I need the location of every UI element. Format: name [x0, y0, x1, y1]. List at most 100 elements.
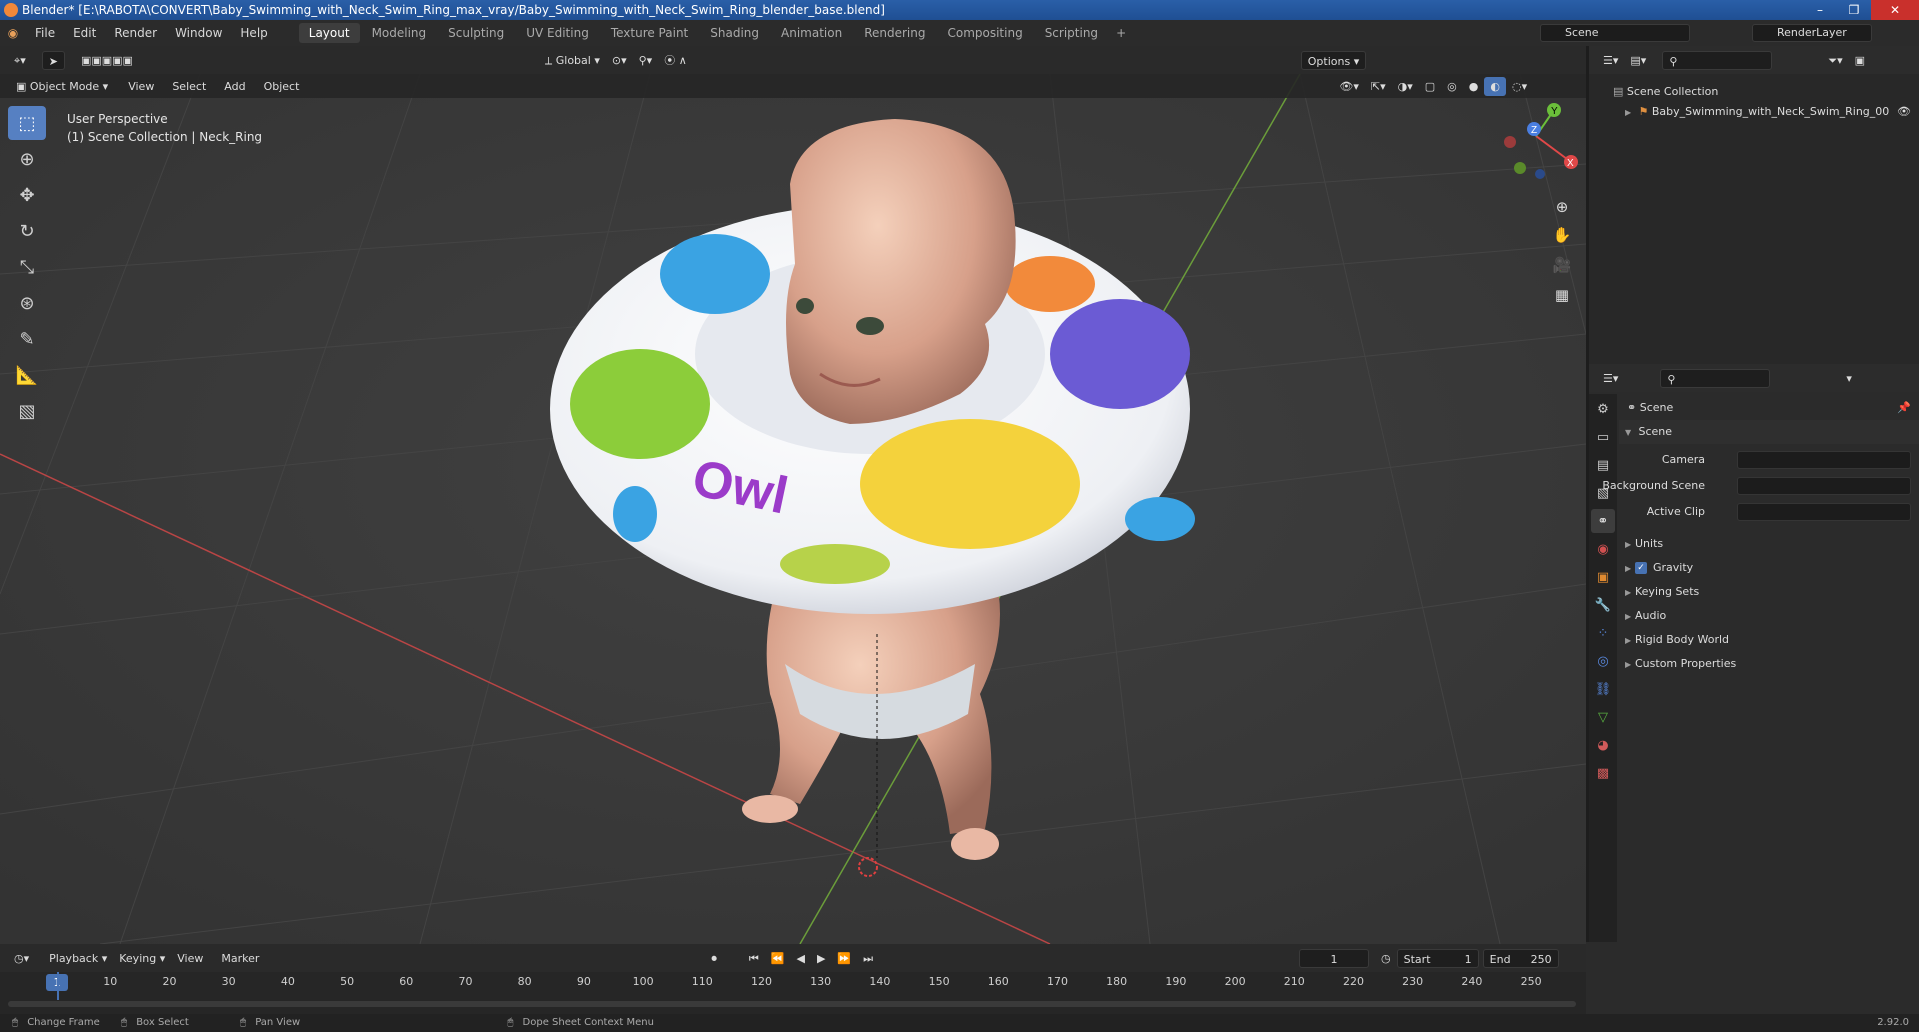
timeline-editor-icon[interactable]: ◷▾ [8, 949, 35, 968]
tab-compositing[interactable]: Compositing [937, 23, 1032, 43]
tab-rendering[interactable]: Rendering [854, 23, 935, 43]
menu-add[interactable]: Add [218, 77, 251, 96]
shading-solid-icon[interactable]: ● [1463, 77, 1485, 96]
tab-shading[interactable]: Shading [700, 23, 769, 43]
camera-view-icon[interactable]: 🎥 [1549, 252, 1575, 278]
pivot-icon[interactable]: ⊙▾ [606, 51, 633, 70]
properties-options-icon[interactable]: ▾ [1840, 369, 1858, 388]
audio-section[interactable]: ▶ Audio [1619, 604, 1919, 628]
add-cube-tool-icon[interactable]: ▧ [8, 394, 46, 428]
tool-tab-icon[interactable]: ⚙ [1591, 397, 1615, 421]
constraints-tab-icon[interactable]: ⛓ [1591, 677, 1615, 701]
object-mode-dropdown[interactable]: ▣ Object Mode ▾ [10, 77, 114, 96]
menu-object[interactable]: Object [258, 77, 306, 96]
pan-hand-icon[interactable]: ✋ [1549, 222, 1575, 248]
outliner-search-input[interactable]: ⚲ [1662, 50, 1773, 70]
rigid-body-world-section[interactable]: ▶ Rigid Body World [1619, 628, 1919, 652]
renderlayer-selector[interactable]: RenderLayer [1752, 24, 1872, 42]
scene-panel-header[interactable]: ▼ Scene [1619, 420, 1919, 444]
tab-texture-paint[interactable]: Texture Paint [601, 23, 698, 43]
menu-edit[interactable]: Edit [64, 26, 105, 40]
tab-layout[interactable]: Layout [298, 23, 360, 43]
play-reverse-icon[interactable]: ◀ [790, 949, 810, 968]
jump-end-icon[interactable]: ⏭ [857, 949, 879, 968]
timeline-scrollbar[interactable] [8, 1001, 1576, 1007]
current-frame-field[interactable]: 1 [1299, 948, 1370, 968]
timeline-ruler[interactable]: 1 10203040506070809010011012013014015016… [0, 972, 1586, 994]
ortho-grid-icon[interactable]: ▦ [1549, 282, 1575, 308]
proportional-edit-icon[interactable]: ⦿ ∧ [658, 51, 693, 70]
gravity-section[interactable]: ▶ ✓ Gravity [1619, 556, 1919, 580]
menu-window[interactable]: Window [166, 26, 231, 40]
tab-modeling[interactable]: Modeling [362, 23, 437, 43]
menu-playback[interactable]: Playback ▾ [43, 949, 113, 968]
select-mode-icons[interactable]: ▣▣▣▣▣ [75, 51, 139, 70]
object-tab-icon[interactable]: ▣ [1591, 565, 1615, 589]
maximize-icon[interactable]: ❐ [1837, 0, 1871, 20]
menu-timeline-view[interactable]: View [171, 949, 209, 968]
pin-icon[interactable]: 📌 [1897, 396, 1911, 420]
render-tab-icon[interactable]: ▭ [1591, 425, 1615, 449]
tab-animation[interactable]: Animation [771, 23, 852, 43]
keying-sets-section[interactable]: ▶ Keying Sets [1619, 580, 1919, 604]
visibility-icon[interactable]: 👁▾ [1333, 77, 1365, 96]
3d-viewport[interactable]: Owl X Y Z [0, 74, 1586, 944]
orientation-dropdown[interactable]: ⟂ Global ▾ [539, 51, 606, 70]
close-icon[interactable]: ✕ [1871, 0, 1919, 20]
shading-material-icon[interactable]: ◐ [1484, 76, 1506, 96]
select-tool-icon[interactable]: ➤ [41, 50, 65, 70]
play-icon[interactable]: ▶ [811, 949, 831, 968]
menu-keying[interactable]: Keying ▾ [113, 949, 171, 968]
scale-tool-icon[interactable]: ⤡ [8, 250, 46, 284]
menu-select[interactable]: Select [166, 77, 212, 96]
blender-menu-icon[interactable]: ◉ [0, 26, 26, 40]
outliner-scene-collection[interactable]: ▤ Scene Collection [1589, 82, 1919, 102]
xray-icon[interactable]: ▢ [1419, 77, 1441, 96]
stopwatch-icon[interactable]: ◷ [1375, 949, 1397, 968]
menu-view[interactable]: View [122, 77, 160, 96]
measure-tool-icon[interactable]: 📐 [8, 358, 46, 392]
menu-file[interactable]: File [26, 26, 64, 40]
particles-tab-icon[interactable]: ⁘ [1591, 621, 1615, 645]
record-icon[interactable]: ⏺ [705, 949, 723, 968]
select-box-tool-icon[interactable]: ⬚ [8, 106, 46, 140]
background-scene-field[interactable] [1737, 477, 1911, 495]
overlay-toggle-icon[interactable]: ◑▾ [1392, 77, 1419, 96]
menu-marker[interactable]: Marker [215, 949, 265, 968]
end-frame-field[interactable]: End 250 [1482, 948, 1559, 968]
transform-tool-icon[interactable]: ⊛ [8, 286, 46, 320]
shading-rendered-icon[interactable]: ◌▾ [1506, 77, 1533, 96]
scene-selector[interactable]: Scene [1540, 24, 1690, 42]
editor-type-icon[interactable]: ⌖▾ [8, 51, 32, 70]
next-keyframe-icon[interactable]: ⏩ [831, 949, 857, 968]
camera-field[interactable] [1737, 451, 1911, 469]
new-collection-icon[interactable]: ▣ [1849, 51, 1871, 70]
data-tab-icon[interactable]: ▽ [1591, 705, 1615, 729]
units-section[interactable]: ▶ Units [1619, 532, 1919, 556]
menu-render[interactable]: Render [105, 26, 166, 40]
tab-sculpting[interactable]: Sculpting [438, 23, 514, 43]
move-tool-icon[interactable]: ✥ [8, 178, 46, 212]
gravity-checkbox[interactable]: ✓ [1635, 562, 1647, 574]
properties-editor-icon[interactable]: ☰▾ [1597, 369, 1624, 388]
scene-tab-icon[interactable]: ⚭ [1591, 509, 1615, 533]
custom-properties-section[interactable]: ▶ Custom Properties [1619, 652, 1919, 676]
annotate-tool-icon[interactable]: ✎ [8, 322, 46, 356]
properties-search-input[interactable]: ⚲ [1660, 368, 1771, 388]
texture-tab-icon[interactable]: ▩ [1591, 761, 1615, 785]
timeline-track[interactable] [0, 972, 1586, 1014]
shading-wireframe-icon[interactable]: ◎ [1441, 77, 1463, 96]
expand-arrow-icon[interactable]: ▶ [1625, 103, 1635, 123]
prev-keyframe-icon[interactable]: ⏪ [765, 949, 791, 968]
modifier-tab-icon[interactable]: 🔧 [1591, 593, 1615, 617]
options-dropdown[interactable]: Options ▾ [1300, 50, 1367, 70]
world-tab-icon[interactable]: ◉ [1591, 537, 1615, 561]
outliner-editor-icon[interactable]: ☰▾ [1597, 51, 1624, 70]
filter-icon[interactable]: ⏷▾ [1822, 51, 1848, 70]
cursor-tool-icon[interactable]: ⊕ [8, 142, 46, 176]
physics-tab-icon[interactable]: ◎ [1591, 649, 1615, 673]
zoom-icon[interactable]: ⊕ [1549, 194, 1575, 220]
start-frame-field[interactable]: Start 1 [1396, 948, 1479, 968]
add-workspace-icon[interactable]: + [1108, 26, 1134, 40]
gizmo-toggle-icon[interactable]: ⇱▾ [1365, 77, 1392, 96]
